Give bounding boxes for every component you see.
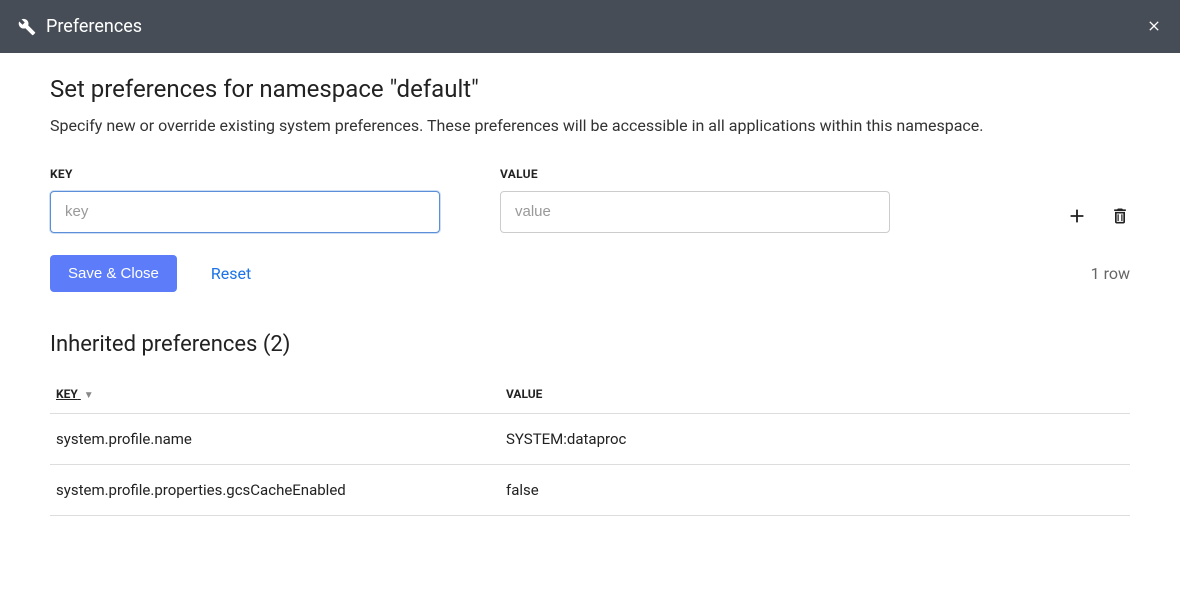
row-count: 1 row <box>1091 264 1130 283</box>
key-input[interactable] <box>50 191 440 233</box>
close-icon[interactable] <box>1146 15 1162 39</box>
action-row: Save & Close Reset 1 row <box>50 255 1130 292</box>
caret-down-icon: ▼ <box>84 390 94 401</box>
value-field-group: VALUE <box>500 167 890 233</box>
page-description: Specify new or override existing system … <box>50 113 1130 139</box>
wrench-icon <box>18 18 36 36</box>
table-cell-value: false <box>500 464 1130 515</box>
modal-header: Preferences <box>0 0 1180 53</box>
page-title: Set preferences for namespace "default" <box>50 75 1130 103</box>
value-label: VALUE <box>500 167 890 181</box>
column-header-value-label: VALUE <box>506 387 542 401</box>
inherited-title: Inherited preferences (2) <box>50 332 1130 357</box>
key-field-group: KEY <box>50 167 440 233</box>
table-cell-key: system.profile.name <box>50 413 500 464</box>
table-cell-value: SYSTEM:dataproc <box>500 413 1130 464</box>
column-header-key[interactable]: KEY ▼ <box>50 379 500 414</box>
value-input[interactable] <box>500 191 890 233</box>
modal-content: Set preferences for namespace "default" … <box>0 53 1180 538</box>
plus-icon[interactable] <box>1066 205 1088 227</box>
column-header-value[interactable]: VALUE <box>500 379 1130 414</box>
key-label: KEY <box>50 167 440 181</box>
reset-link[interactable]: Reset <box>211 264 251 283</box>
trash-icon[interactable] <box>1110 205 1130 227</box>
modal-title: Preferences <box>46 16 1146 37</box>
table-row: system.profile.name SYSTEM:dataproc <box>50 413 1130 464</box>
row-actions <box>1066 205 1130 233</box>
column-header-key-label: KEY <box>56 387 78 401</box>
table-cell-key: system.profile.properties.gcsCacheEnable… <box>50 464 500 515</box>
table-row: system.profile.properties.gcsCacheEnable… <box>50 464 1130 515</box>
save-close-button[interactable]: Save & Close <box>50 255 177 292</box>
preferences-form-row: KEY VALUE <box>50 167 1130 233</box>
inherited-table: KEY ▼ VALUE system.profile.name SYSTEM:d… <box>50 379 1130 516</box>
